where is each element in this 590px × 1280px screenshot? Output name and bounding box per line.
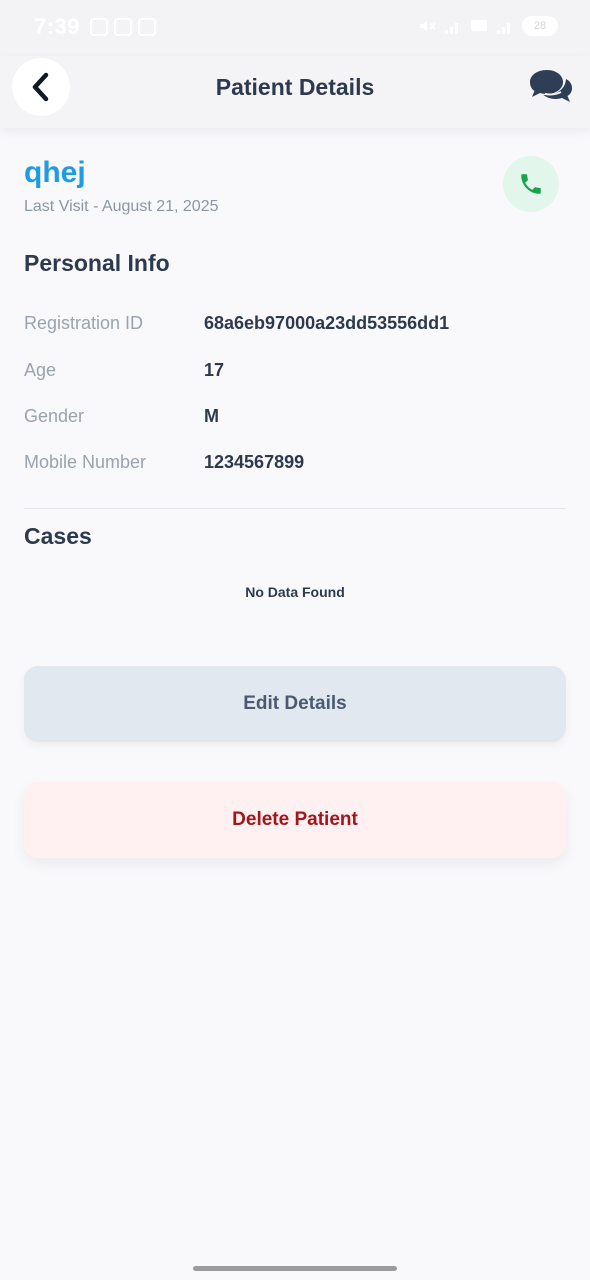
info-row-age: Age 17 — [24, 360, 564, 384]
app-header: Patient Details — [0, 56, 590, 128]
info-value: M — [204, 406, 219, 426]
battery-icon: 28 — [522, 16, 558, 36]
signal-icon — [497, 23, 510, 34]
chat-button[interactable] — [526, 64, 576, 108]
info-label: Registration ID — [24, 313, 144, 333]
phone-icon — [521, 174, 541, 194]
call-button[interactable] — [503, 156, 559, 212]
info-row-registration-id: Registration ID 68a6eb97000a23dd53556dd1 — [24, 313, 564, 337]
mute-icon — [420, 20, 436, 32]
system-icons: 28 — [418, 16, 558, 36]
notification-icon — [90, 18, 108, 36]
home-indicator[interactable] — [193, 1266, 397, 1271]
signal-icon — [445, 23, 458, 34]
notification-icons — [90, 18, 156, 36]
section-divider — [24, 508, 566, 509]
status-time: 7:39 — [34, 14, 81, 39]
info-label: Age — [24, 360, 57, 380]
personal-info-heading: Personal Info — [24, 250, 170, 276]
info-value: 68a6eb97000a23dd53556dd1 — [204, 313, 450, 333]
patient-name: qhej — [24, 156, 86, 189]
info-value: 17 — [204, 360, 225, 380]
last-visit-date: Last Visit - August 21, 2025 — [24, 198, 219, 215]
info-label: Gender — [24, 406, 85, 426]
info-label: Mobile Number — [24, 452, 147, 472]
chat-bubbles-icon — [530, 70, 572, 102]
cases-heading: Cases — [24, 523, 92, 549]
info-row-gender: Gender M — [24, 406, 564, 430]
page-title: Patient Details — [215, 74, 375, 100]
instagram-icon — [114, 18, 132, 36]
info-value: 1234567899 — [204, 452, 305, 472]
cases-empty-state: No Data Found — [245, 584, 345, 600]
instagram-icon — [138, 18, 156, 36]
edit-details-button[interactable]: Edit Details — [24, 666, 566, 742]
status-bar: 7:39 28 — [0, 0, 590, 56]
message-icon — [471, 20, 487, 31]
delete-patient-button[interactable]: Delete Patient — [24, 782, 566, 858]
info-row-mobile-number: Mobile Number 1234567899 — [24, 452, 564, 476]
